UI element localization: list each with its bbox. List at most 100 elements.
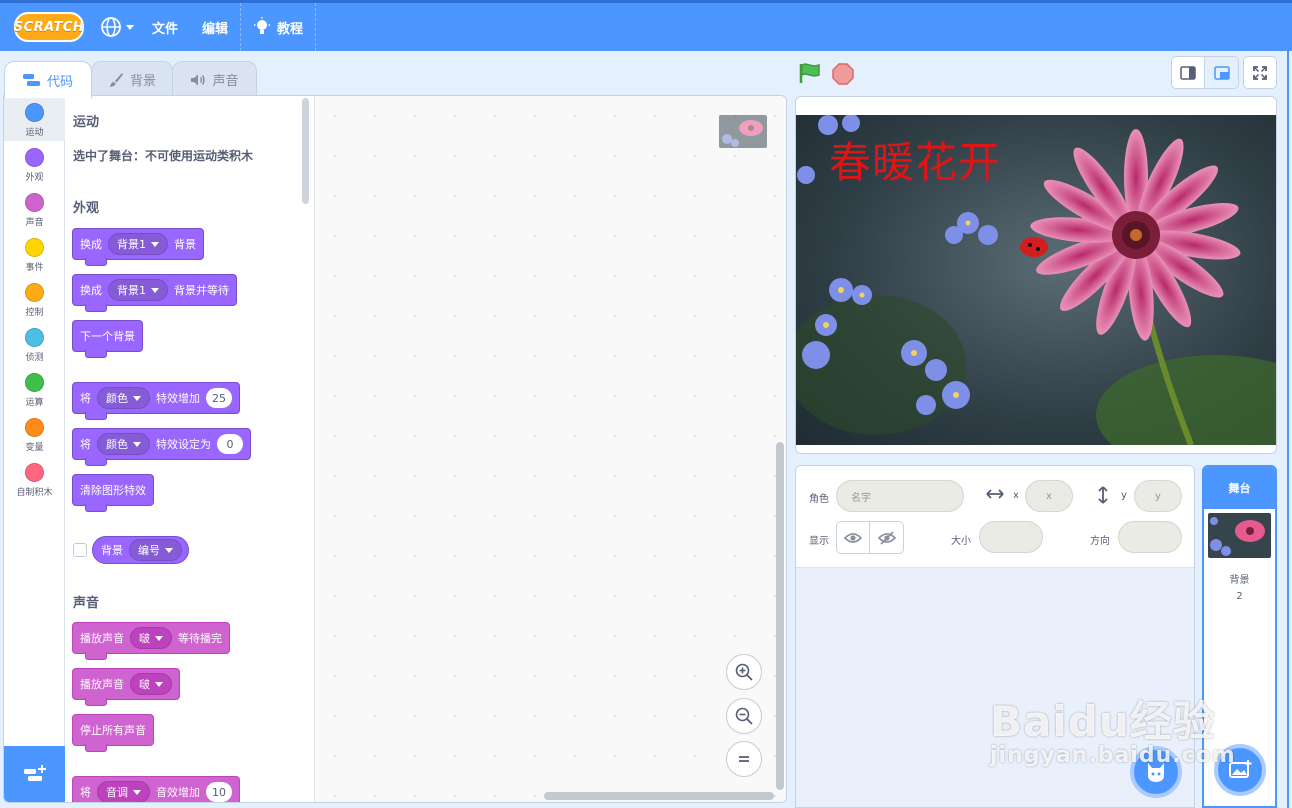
zoom-out-button[interactable] bbox=[726, 698, 762, 734]
stage-target-header: 舞台 bbox=[1204, 467, 1275, 509]
change-effect-block[interactable]: 将 颜色 特效增加 25 bbox=[72, 382, 240, 420]
tutorials-menu[interactable]: 教程 bbox=[241, 3, 315, 51]
dropdown-value: 啵 bbox=[139, 632, 150, 645]
scratch-logo[interactable]: SCRATCH bbox=[14, 12, 84, 42]
watermark-sub: jingyan.baidu.com bbox=[990, 743, 1236, 768]
y-input[interactable]: y bbox=[1134, 480, 1182, 512]
change-sound-effect-block[interactable]: 将 音调 音效增加 10 bbox=[72, 776, 240, 802]
category-label: 外观 bbox=[25, 173, 44, 183]
target-thumbnail bbox=[719, 115, 767, 148]
stage[interactable]: 春暖花开 bbox=[795, 96, 1277, 454]
category-looks[interactable]: 外观 bbox=[4, 141, 65, 186]
x-input[interactable]: x bbox=[1025, 480, 1073, 512]
tab-backdrops[interactable]: 背景 bbox=[91, 61, 173, 97]
category-label: 运动 bbox=[25, 128, 44, 138]
effect-dropdown[interactable]: 颜色 bbox=[97, 433, 150, 455]
tab-sounds[interactable]: 声音 bbox=[172, 61, 257, 97]
edit-menu[interactable]: 编辑 bbox=[190, 3, 240, 51]
sound-effect-dropdown[interactable]: 音调 bbox=[97, 781, 150, 802]
block-text: 背景并等待 bbox=[174, 284, 229, 297]
watermark-main: Baidu经验 bbox=[990, 697, 1216, 746]
chevron-down-icon bbox=[126, 24, 134, 30]
code-area: 运动 外观 声音 事件 控制 侦测 运算 变量 自制积木 运动 选中了舞台：不可… bbox=[3, 95, 787, 803]
block-text: 背景 bbox=[174, 238, 196, 251]
tab-sounds-label: 声音 bbox=[212, 74, 239, 89]
effect-value-input[interactable]: 25 bbox=[206, 388, 232, 408]
category-dot bbox=[25, 103, 44, 122]
sprite-name-input[interactable]: 名字 bbox=[836, 480, 964, 512]
fullscreen-button[interactable] bbox=[1243, 56, 1277, 89]
category-events[interactable]: 事件 bbox=[4, 231, 65, 276]
category-operators[interactable]: 运算 bbox=[4, 366, 65, 411]
stop-button[interactable] bbox=[832, 63, 854, 85]
category-my-blocks[interactable]: 自制积木 bbox=[4, 456, 65, 501]
category-label: 事件 bbox=[25, 263, 44, 273]
clear-effects-block[interactable]: 清除图形特效 bbox=[72, 474, 154, 512]
sound-dropdown[interactable]: 啵 bbox=[130, 673, 172, 695]
next-backdrop-block[interactable]: 下一个背景 bbox=[72, 320, 143, 358]
category-control[interactable]: 控制 bbox=[4, 276, 65, 321]
large-stage-button[interactable] bbox=[1205, 56, 1239, 89]
direction-input[interactable] bbox=[1118, 521, 1182, 553]
block-text: 换成 bbox=[80, 284, 102, 297]
backdrops-label: 背景 bbox=[1229, 575, 1250, 586]
effect-value-input[interactable]: 0 bbox=[217, 434, 243, 454]
switch-backdrop-block[interactable]: 换成 背景1 背景 bbox=[72, 228, 204, 266]
backdrop-dropdown[interactable]: 背景1 bbox=[108, 233, 168, 255]
language-menu[interactable] bbox=[94, 3, 140, 51]
add-extension-button[interactable] bbox=[4, 746, 65, 802]
zoom-out-icon bbox=[735, 707, 753, 725]
start-sound-block[interactable]: 播放声音 啵 bbox=[72, 668, 180, 706]
caret-down-icon bbox=[165, 547, 173, 553]
sound-dropdown[interactable]: 啵 bbox=[130, 627, 172, 649]
category-dot bbox=[25, 418, 44, 437]
block-text: 播放声音 bbox=[80, 632, 124, 645]
category-variables[interactable]: 变量 bbox=[4, 411, 65, 456]
green-flag-button[interactable] bbox=[798, 62, 822, 88]
sprite-label: 角色 bbox=[809, 494, 829, 505]
script-workspace[interactable] bbox=[315, 96, 786, 802]
category-label: 运算 bbox=[25, 398, 44, 408]
add-extension-icon bbox=[23, 765, 46, 781]
category-motion[interactable]: 运动 bbox=[4, 96, 65, 141]
category-label: 变量 bbox=[25, 443, 44, 453]
category-label: 侦测 bbox=[25, 353, 44, 363]
workspace-horizontal-scrollbar[interactable] bbox=[544, 792, 774, 800]
x-placeholder: x bbox=[1046, 490, 1052, 502]
category-sensing[interactable]: 侦测 bbox=[4, 321, 65, 366]
number-name-dropdown[interactable]: 编号 bbox=[129, 539, 182, 561]
file-menu[interactable]: 文件 bbox=[140, 3, 190, 51]
dropdown-value: 啵 bbox=[139, 678, 150, 691]
category-dot bbox=[25, 238, 44, 257]
small-stage-button[interactable] bbox=[1171, 56, 1205, 89]
category-sound[interactable]: 声音 bbox=[4, 186, 65, 231]
hide-sprite-button[interactable] bbox=[870, 521, 904, 554]
zoom-reset-button[interactable] bbox=[726, 741, 762, 777]
small-stage-icon bbox=[1180, 65, 1196, 80]
fullscreen-icon bbox=[1253, 65, 1267, 80]
stop-all-sounds-block[interactable]: 停止所有声音 bbox=[72, 714, 154, 752]
block-text: 将 bbox=[80, 438, 91, 451]
category-label: 自制积木 bbox=[16, 488, 53, 498]
block-text: 播放声音 bbox=[80, 678, 124, 691]
show-sprite-button[interactable] bbox=[836, 521, 870, 554]
menu-divider bbox=[315, 3, 317, 51]
dropdown-value: 音调 bbox=[106, 786, 128, 799]
backdrop-monitor-checkbox[interactable] bbox=[73, 543, 87, 557]
switch-backdrop-wait-block[interactable]: 换成 背景1 背景并等待 bbox=[72, 274, 237, 312]
eye-icon bbox=[844, 532, 862, 543]
caret-down-icon bbox=[133, 789, 141, 795]
tutorials-label: 教程 bbox=[277, 21, 304, 37]
play-sound-until-done-block[interactable]: 播放声音 啵 等待播完 bbox=[72, 622, 230, 660]
set-effect-block[interactable]: 将 颜色 特效设定为 0 bbox=[72, 428, 251, 466]
backdrop-number-reporter[interactable]: 背景 编号 bbox=[92, 536, 189, 564]
backdrop-dropdown[interactable]: 背景1 bbox=[108, 279, 168, 301]
effect-dropdown[interactable]: 颜色 bbox=[97, 387, 150, 409]
size-input[interactable] bbox=[979, 521, 1043, 553]
direction-label: 方向 bbox=[1090, 536, 1110, 547]
tab-code[interactable]: 代码 bbox=[4, 61, 92, 98]
sound-effect-value-input[interactable]: 10 bbox=[206, 782, 232, 802]
workspace-vertical-scrollbar[interactable] bbox=[776, 442, 784, 790]
palette-scrollbar[interactable] bbox=[302, 98, 309, 204]
zoom-in-button[interactable] bbox=[726, 654, 762, 690]
